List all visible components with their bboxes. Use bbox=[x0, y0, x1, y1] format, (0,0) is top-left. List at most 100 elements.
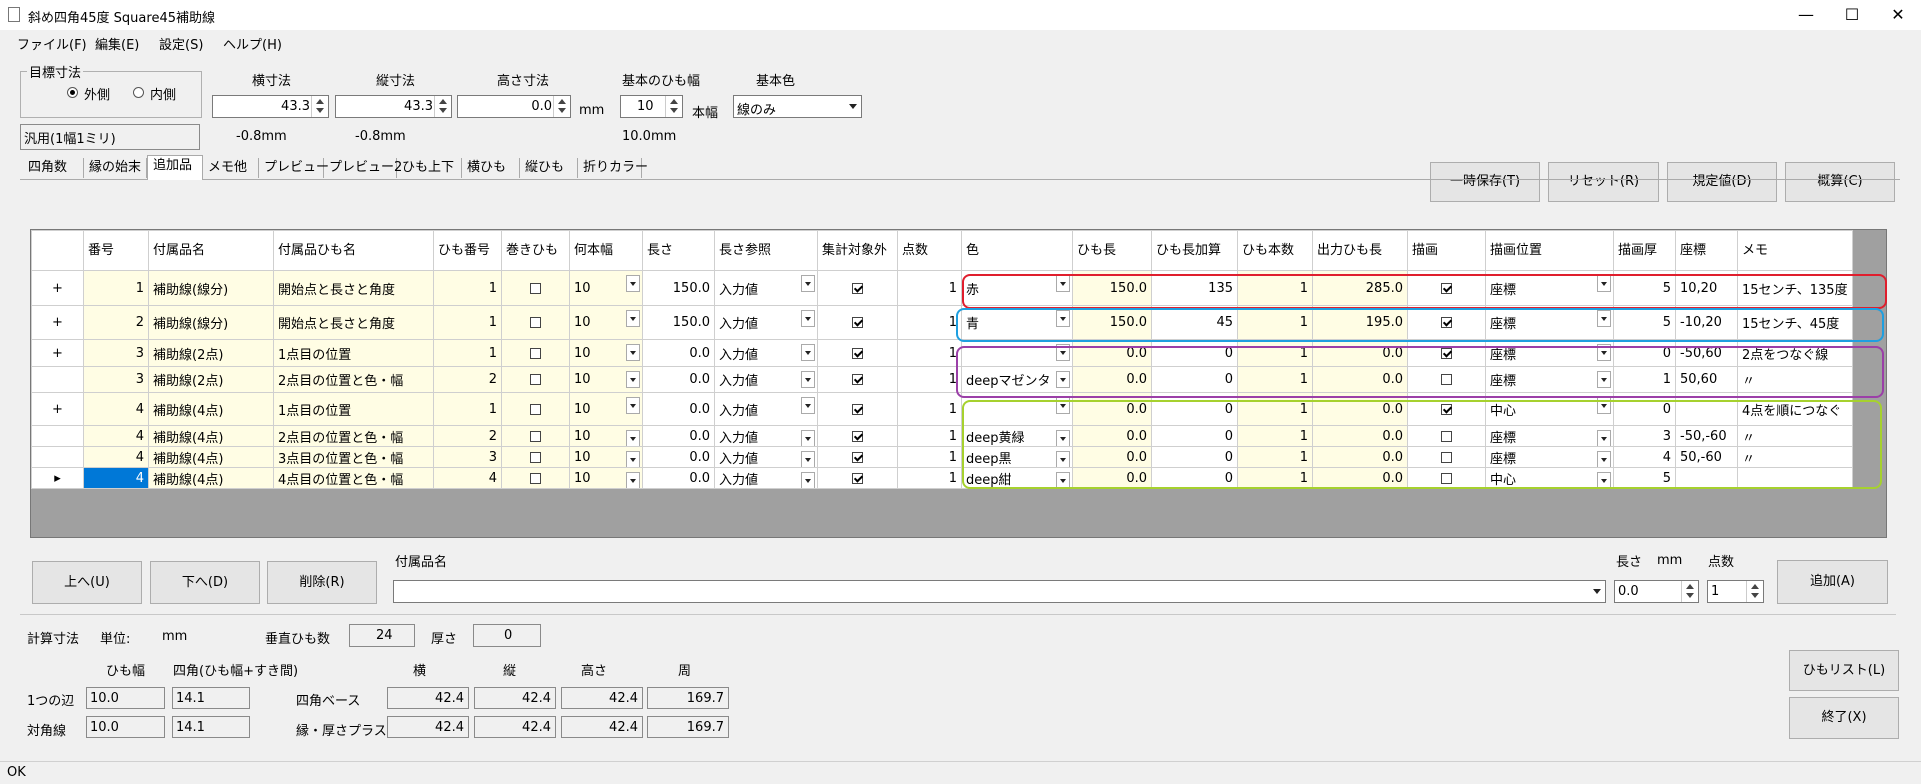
band-name-cell[interactable]: 2点目の位置と色・幅 bbox=[273, 425, 434, 447]
width-cell[interactable]: 10 bbox=[569, 446, 643, 468]
band-name-cell[interactable]: 開始点と長さと角度 bbox=[273, 270, 434, 306]
width-cell[interactable]: 10 bbox=[569, 467, 643, 489]
length-ref-cell[interactable]: 入力値 bbox=[714, 366, 818, 393]
chevron-down-icon[interactable] bbox=[626, 472, 640, 488]
tab-preview[interactable]: プレビュー bbox=[259, 158, 329, 178]
wrap-cell[interactable] bbox=[501, 425, 570, 447]
length-ref-cell[interactable]: 入力値 bbox=[714, 467, 818, 489]
band-number-cell[interactable]: 1 bbox=[433, 270, 502, 306]
col-header-exclude[interactable]: 集計対象外 bbox=[817, 230, 898, 271]
length-ref-cell[interactable]: 入力値 bbox=[714, 270, 818, 306]
tab-vertical-band[interactable]: 縦ひも bbox=[520, 158, 578, 178]
checkbox[interactable] bbox=[852, 451, 863, 463]
length-ref-cell[interactable]: 入力値 bbox=[714, 305, 818, 340]
wrap-cell[interactable] bbox=[501, 366, 570, 393]
checkbox[interactable] bbox=[530, 347, 541, 359]
col-header-number[interactable]: 番号 bbox=[83, 230, 149, 271]
menu-settings[interactable]: 設定(S) bbox=[159, 34, 203, 53]
name-cell[interactable]: 補助線(線分) bbox=[148, 305, 274, 340]
col-header-band-number[interactable]: ひも番号 bbox=[433, 230, 502, 271]
checkbox[interactable] bbox=[852, 374, 863, 385]
delete-button[interactable]: 削除(R) bbox=[267, 561, 377, 604]
temp-save-button[interactable]: 一時保存(T) bbox=[1430, 162, 1540, 202]
name-cell[interactable]: 補助線(4点) bbox=[148, 425, 274, 447]
outer-radio[interactable] bbox=[67, 87, 78, 98]
col-header-band-count[interactable]: ひも本数 bbox=[1237, 230, 1313, 271]
expand-cell[interactable]: ▸ bbox=[31, 467, 84, 489]
tab-fold-color[interactable]: 折りカラー bbox=[578, 158, 648, 178]
checkbox[interactable] bbox=[852, 317, 863, 328]
name-cell[interactable]: 補助線(2点) bbox=[148, 366, 274, 393]
expand-cell[interactable]: + bbox=[31, 392, 84, 426]
col-header-wrap[interactable]: 巻きひも bbox=[501, 230, 570, 271]
chevron-down-icon[interactable] bbox=[801, 397, 815, 414]
chevron-down-icon[interactable] bbox=[626, 371, 640, 388]
expand-cell[interactable] bbox=[31, 366, 84, 393]
band-number-cell[interactable]: 2 bbox=[433, 366, 502, 393]
chevron-down-icon[interactable] bbox=[626, 397, 640, 414]
depth-spin-arrows[interactable] bbox=[553, 96, 570, 117]
checkbox[interactable] bbox=[530, 472, 541, 484]
wrap-cell[interactable] bbox=[501, 467, 570, 489]
menu-edit[interactable]: 編集(E) bbox=[95, 34, 139, 53]
chevron-down-icon[interactable] bbox=[801, 430, 815, 446]
length-ref-cell[interactable]: 入力値 bbox=[714, 446, 818, 468]
width-cell[interactable]: 10 bbox=[569, 270, 643, 306]
band-number-cell[interactable]: 1 bbox=[433, 305, 502, 340]
width-cell[interactable]: 10 bbox=[569, 339, 643, 367]
exclude-cell[interactable] bbox=[817, 392, 898, 426]
name-cell[interactable]: 補助線(4点) bbox=[148, 446, 274, 468]
band-name-cell[interactable]: 3点目の位置と色・幅 bbox=[273, 446, 434, 468]
chevron-down-icon[interactable] bbox=[626, 275, 640, 292]
col-header-length-add[interactable]: ひも長加算 bbox=[1151, 230, 1238, 271]
exclude-cell[interactable] bbox=[817, 339, 898, 367]
length-cell[interactable]: 150.0 bbox=[642, 305, 715, 340]
tab-edge[interactable]: 縁の始末 bbox=[84, 158, 147, 178]
band-spin-arrows[interactable] bbox=[665, 96, 682, 117]
exclude-cell[interactable] bbox=[817, 366, 898, 393]
col-header-length[interactable]: 長さ bbox=[642, 230, 715, 271]
points-cell[interactable]: 1 bbox=[897, 339, 962, 367]
number-cell[interactable]: 4 bbox=[83, 392, 149, 426]
points-cell[interactable]: 1 bbox=[897, 270, 962, 306]
depth-spinner[interactable]: 0.0 bbox=[457, 95, 571, 118]
chevron-down-icon[interactable] bbox=[801, 310, 815, 327]
menu-file[interactable]: ファイル(F) bbox=[17, 34, 87, 53]
expand-cell[interactable] bbox=[31, 425, 84, 447]
col-header-output-length[interactable]: 出力ひも長 bbox=[1312, 230, 1408, 271]
points-cell[interactable]: 1 bbox=[897, 305, 962, 340]
exit-button[interactable]: 終了(X) bbox=[1789, 697, 1899, 739]
chevron-down-icon[interactable] bbox=[801, 451, 815, 467]
width-spinner[interactable]: 43.3 bbox=[212, 95, 329, 118]
number-cell[interactable]: 4 bbox=[83, 425, 149, 447]
chevron-down-icon[interactable] bbox=[626, 451, 640, 467]
length-cell[interactable]: 0.0 bbox=[642, 446, 715, 468]
checkbox[interactable] bbox=[530, 430, 541, 442]
chevron-down-icon[interactable] bbox=[801, 275, 815, 292]
chevron-down-icon[interactable] bbox=[626, 344, 640, 361]
expand-cell[interactable]: + bbox=[31, 305, 84, 340]
tab-accessories[interactable]: 追加品 bbox=[147, 155, 203, 180]
reset-button[interactable]: リセット(R) bbox=[1548, 162, 1659, 202]
number-cell[interactable]: 3 bbox=[83, 339, 149, 367]
number-cell[interactable]: 4 bbox=[83, 467, 149, 489]
chevron-down-icon[interactable] bbox=[801, 371, 815, 388]
col-header-points[interactable]: 点数 bbox=[897, 230, 962, 271]
length-ref-cell[interactable]: 入力値 bbox=[714, 425, 818, 447]
height-spinner[interactable]: 43.3 bbox=[335, 95, 452, 118]
band-number-cell[interactable]: 4 bbox=[433, 467, 502, 489]
band-number-cell[interactable]: 1 bbox=[433, 392, 502, 426]
band-name-cell[interactable]: 1点目の位置 bbox=[273, 392, 434, 426]
number-cell[interactable]: 4 bbox=[83, 446, 149, 468]
add-button[interactable]: 追加(A) bbox=[1777, 560, 1888, 604]
number-cell[interactable]: 1 bbox=[83, 270, 149, 306]
points-cell[interactable]: 1 bbox=[897, 425, 962, 447]
move-up-button[interactable]: 上へ(U) bbox=[32, 561, 142, 604]
minimize-button[interactable]: — bbox=[1783, 0, 1829, 30]
checkbox[interactable] bbox=[852, 347, 863, 359]
points-spinner[interactable]: 1 bbox=[1707, 580, 1764, 603]
wrap-cell[interactable] bbox=[501, 339, 570, 367]
length-ref-cell[interactable]: 入力値 bbox=[714, 339, 818, 367]
length-cell[interactable]: 0.0 bbox=[642, 425, 715, 447]
tab-memo[interactable]: メモ他 bbox=[203, 158, 259, 178]
